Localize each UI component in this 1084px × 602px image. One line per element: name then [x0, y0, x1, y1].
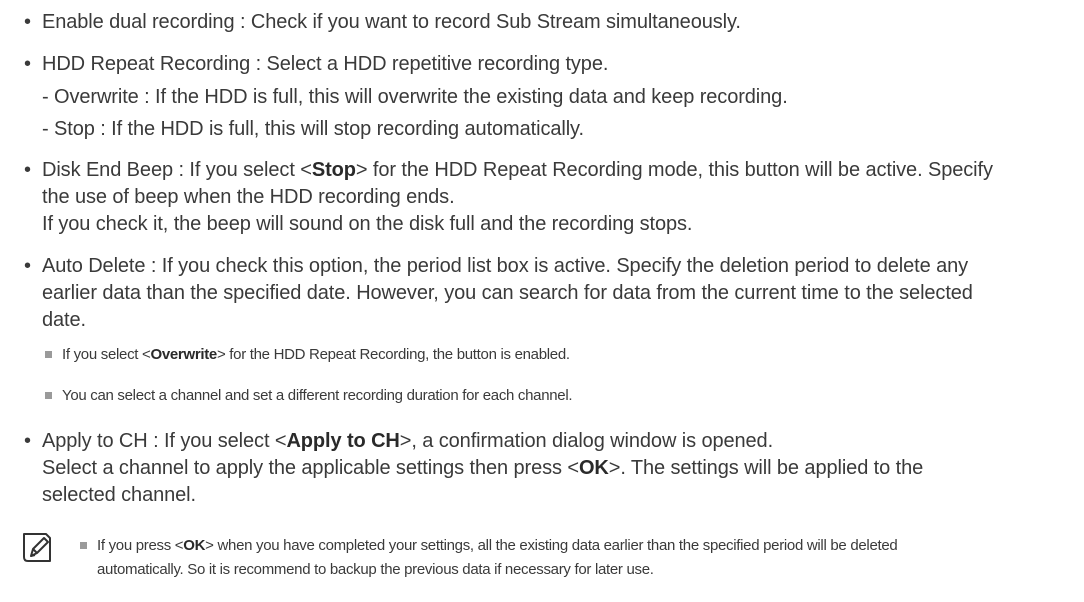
square-bullet-icon: [45, 350, 52, 358]
text: > for the HDD Repeat Recording, the butt…: [216, 346, 570, 363]
text: Select a channel to apply the applicable…: [42, 457, 579, 479]
text: Auto Delete : If you check this option, …: [42, 255, 969, 277]
disk-end-beep-line2: the use of beep when the HDD recording e…: [42, 186, 455, 208]
note-pencil-icon: [23, 533, 51, 562]
bold-text: Overwrite: [150, 346, 217, 363]
square-bullet-icon: [45, 391, 52, 399]
term: HDD Repeat Recording: [42, 53, 251, 75]
disk-end-beep-line3: If you check it, the beep will sound on …: [42, 213, 693, 235]
bullet-icon: •: [24, 53, 31, 75]
bullet-hdd-repeat-recording: • HDD Repeat Recording : Select a HDD rep…: [24, 53, 609, 75]
bullet-apply-to-ch: • Apply to CH : If you select <Apply to C…: [24, 429, 773, 453]
text: You can select a channel and set a diffe…: [62, 387, 573, 404]
bold-text: Apply to CH: [286, 430, 400, 452]
sub-item-overwrite: - Overwrite : If the HDD is full, this w…: [42, 86, 788, 108]
bold-text: OK: [578, 457, 609, 479]
bullet-icon: •: [24, 430, 31, 452]
bullet-auto-delete: • Auto Delete : If you check this option,…: [24, 254, 968, 278]
text: If you select <: [62, 346, 151, 363]
text: > for the HDD Repeat Recording mode, thi…: [355, 159, 993, 181]
auto-delete-line3: date.: [42, 309, 86, 331]
auto-delete-note-2: You can select a channel and set a diffe…: [45, 386, 573, 406]
bold-text: Stop: [311, 159, 356, 181]
square-bullet-icon: [80, 541, 87, 549]
text: >, a confirmation dialog window is opene…: [399, 430, 774, 452]
text: Disk End Beep : If you select <: [42, 159, 312, 181]
auto-delete-note-1: If you select <Overwrite> for the HDD Re…: [45, 345, 570, 365]
manual-page: • Enable dual recording : Check if you wa…: [0, 0, 1084, 602]
auto-delete-line2: earlier data than the specified date. Ho…: [42, 282, 973, 304]
bullet-icon: •: [24, 11, 31, 33]
text: If you press <: [97, 537, 184, 554]
term: Enable dual recording: [42, 11, 235, 33]
text: > when you have completed your settings,…: [205, 537, 898, 554]
note-line1: If you press <OK> when you have complete…: [80, 536, 898, 556]
bold-text: OK: [183, 537, 206, 554]
text: Apply to CH : If you select <: [42, 430, 287, 452]
bullet-enable-dual-recording: • Enable dual recording : Check if you wa…: [24, 11, 741, 33]
sub-item-stop: - Stop : If the HDD is full, this will s…: [42, 118, 584, 140]
text: >. The settings will be applied to the: [608, 457, 924, 479]
apply-to-ch-line2: Select a channel to apply the applicable…: [42, 456, 923, 480]
bullet-icon: •: [24, 255, 31, 277]
description: Check if you want to record Sub Stream s…: [250, 11, 741, 33]
note-line2: automatically. So it is recommend to bac…: [97, 561, 654, 578]
description: Select a HDD repetitive recording type.: [266, 53, 609, 75]
bullet-icon: •: [24, 159, 31, 181]
apply-to-ch-line3: selected channel.: [42, 484, 196, 506]
bullet-disk-end-beep: • Disk End Beep : If you select <Stop> fo…: [24, 158, 993, 182]
